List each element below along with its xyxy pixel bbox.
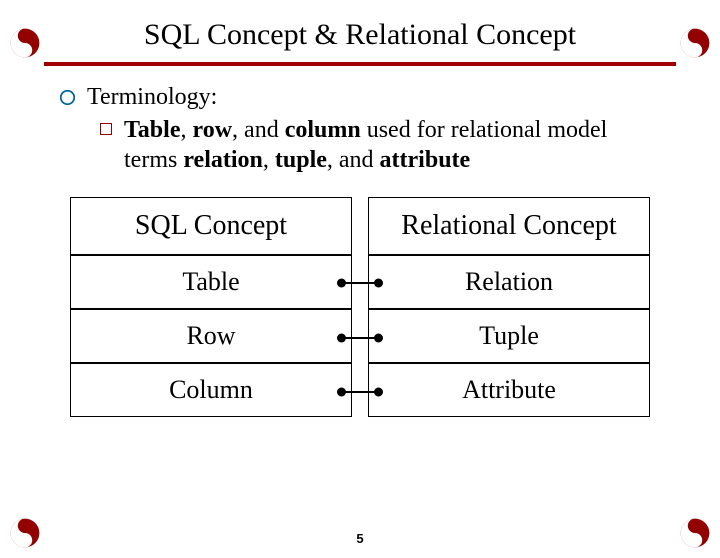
terminology-label: Terminology:	[87, 84, 217, 111]
cell-relational: Tuple	[368, 309, 650, 363]
cell-sql: Table	[70, 255, 352, 309]
cell-relational: Relation	[368, 255, 650, 309]
circle-bullet-icon	[60, 90, 75, 105]
concept-mapping-table: SQL Concept Relational Concept Table Rel…	[54, 197, 666, 417]
slide-body: Terminology: Table, row, and column used…	[0, 66, 720, 175]
cell-sql: Column	[70, 363, 352, 417]
table-row: Row Tuple	[70, 309, 650, 363]
terminology-text: Table, row, and column used for relation…	[124, 115, 660, 175]
cell-relational: Attribute	[368, 363, 650, 417]
bullet-level2: Table, row, and column used for relation…	[100, 115, 660, 175]
connector-icon	[341, 391, 379, 393]
connector-icon	[341, 337, 379, 339]
square-bullet-icon	[100, 123, 112, 135]
sql-concept-header: SQL Concept	[70, 197, 352, 255]
bullet-level1: Terminology:	[60, 84, 660, 111]
yinyang-icon	[680, 518, 710, 548]
page-number: 5	[356, 531, 363, 546]
connector-icon	[341, 282, 379, 284]
yinyang-icon	[680, 28, 710, 58]
table-row: Column Attribute	[70, 363, 650, 417]
yinyang-icon	[10, 28, 40, 58]
cell-sql: Row	[70, 309, 352, 363]
table-row: SQL Concept Relational Concept	[70, 197, 650, 255]
slide-title: SQL Concept & Relational Concept	[0, 18, 720, 52]
relational-concept-header: Relational Concept	[368, 197, 650, 255]
yinyang-icon	[10, 518, 40, 548]
